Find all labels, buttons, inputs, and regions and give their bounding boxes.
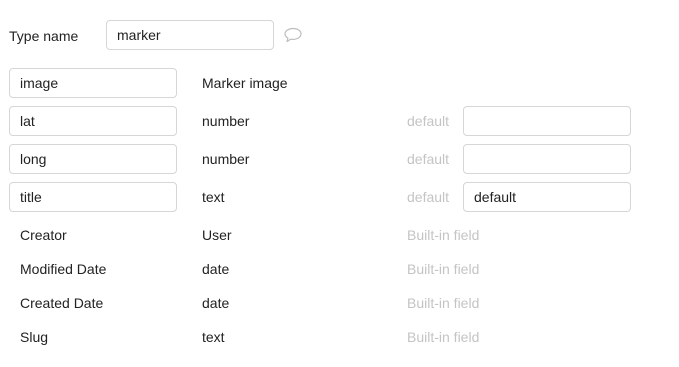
builtin-field-note-modified-date: Built-in field — [407, 261, 480, 277]
default-value-input-long[interactable] — [463, 144, 631, 174]
builtin-field-name-created-date: Created Date — [20, 295, 104, 311]
type-name-label: Type name — [9, 28, 79, 44]
builtin-field-name-creator: Creator — [20, 227, 67, 243]
default-label-title: default — [407, 189, 450, 205]
type-name-input[interactable] — [106, 20, 274, 50]
comment-icon[interactable] — [283, 26, 303, 44]
builtin-field-type-creator: User — [202, 227, 232, 243]
field-type-image[interactable]: Marker image — [202, 74, 288, 92]
builtin-field-type-created-date: date — [202, 295, 230, 311]
default-label-long: default — [407, 151, 450, 167]
builtin-field-name-modified-date: Modified Date — [20, 261, 107, 277]
builtin-field-type-slug: text — [202, 329, 225, 345]
builtin-field-note-created-date: Built-in field — [407, 295, 480, 311]
data-type-editor: Type name Marker image number default nu… — [0, 0, 679, 367]
field-name-input-image[interactable] — [9, 68, 177, 98]
builtin-field-type-modified-date: date — [202, 261, 230, 277]
field-type-lat[interactable]: number — [202, 112, 249, 130]
default-value-input-title[interactable] — [463, 182, 631, 212]
default-label-lat: default — [407, 113, 450, 129]
field-name-input-long[interactable] — [9, 144, 177, 174]
field-type-long[interactable]: number — [202, 150, 249, 168]
builtin-field-name-slug: Slug — [20, 329, 49, 345]
field-type-title[interactable]: text — [202, 188, 225, 206]
field-name-input-title[interactable] — [9, 182, 177, 212]
field-name-input-lat[interactable] — [9, 106, 177, 136]
default-value-input-lat[interactable] — [463, 106, 631, 136]
builtin-field-note-slug: Built-in field — [407, 329, 480, 345]
builtin-field-note-creator: Built-in field — [407, 227, 480, 243]
